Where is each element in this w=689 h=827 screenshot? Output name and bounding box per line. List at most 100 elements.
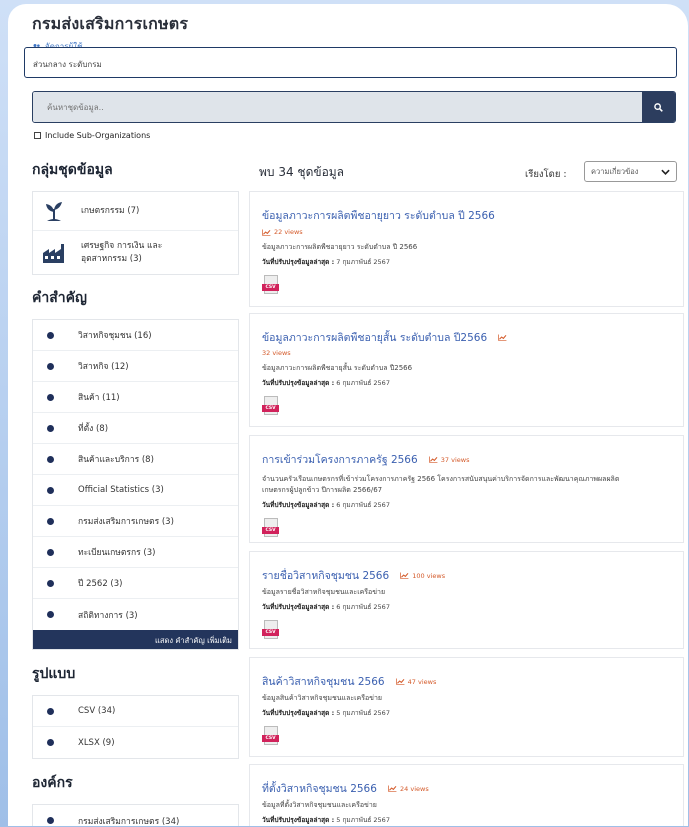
keyword-item[interactable]: ทะเบียนเกษตรกร (3) [33, 537, 238, 568]
keyword-label: สถิติทางการ (3) [78, 610, 138, 621]
search-bar [32, 91, 676, 123]
keyword-item[interactable]: สินค้าและบริการ (8) [33, 444, 238, 475]
dataset-description: ข้อมูลภาวะการผลิตพืชอายุสั้น ระดับตำบล ป… [262, 364, 413, 372]
dataset-card: การเข้าร่วมโครงการภาครัฐ 2566 37 views จ… [249, 435, 684, 543]
dataset-description: ข้อมูลที่ตั้งวิสาหกิจชุมชนและเครือข่าย [262, 801, 377, 809]
views-count [498, 334, 507, 341]
factory-icon [41, 240, 67, 266]
keyword-label: Official Statistics (3) [78, 485, 164, 495]
page-title: กรมส่งเสริมการเกษตร [32, 14, 189, 33]
updated-label: วันที่ปรับปรุงข้อมูลล่าสุด : [262, 709, 335, 717]
include-sub-orgs-checkbox[interactable] [34, 132, 41, 139]
dataset-description-line2: เกษตรกรผู้ปลูกข้าว ปีการผลิต 2566/67 [262, 486, 383, 494]
dataset-description: จำนวนครัวเรือนเกษตรกรที่เข้าร่วมโครงการภ… [262, 474, 671, 496]
format-item[interactable]: CSV (34) [33, 696, 238, 727]
bullet-icon [47, 517, 54, 525]
dataset-title-link[interactable]: ข้อมูลภาวะการผลิตพืชอายุยาว ระดับตำบล ปี… [262, 210, 495, 222]
updated-label: วันที่ปรับปรุงข้อมูลล่าสุด : [262, 816, 335, 824]
bullet-icon [47, 455, 54, 463]
updated-date: 5 กุมภาพันธ์ 2567 [336, 816, 390, 824]
search-input[interactable] [33, 92, 642, 122]
trend-chart-icon [395, 678, 405, 685]
search-button[interactable] [642, 92, 675, 122]
trend-chart-icon [498, 334, 507, 341]
bullet-icon [47, 579, 54, 587]
views-count: 47 views [395, 677, 437, 686]
dataset-card: รายชื่อวิสาหกิจชุมชน 2566 100 views ข้อม… [249, 551, 684, 649]
csv-file-icon[interactable]: CSV [262, 620, 280, 640]
keyword-item[interactable]: ที่ตั้ง (8) [33, 413, 238, 444]
views-label: 37 views [440, 455, 470, 464]
dataset-description-line1: จำนวนครัวเรือนเกษตรกรที่เข้าร่วมโครงการภ… [262, 475, 620, 483]
dataset-card: ข้อมูลภาวะการผลิตพืชอายุสั้น ระดับตำบล ป… [249, 313, 684, 427]
sort-dropdown[interactable]: ความเกี่ยวข้อง [584, 161, 677, 182]
format-badge: CSV [262, 629, 279, 636]
views-count: 32 views [262, 349, 671, 357]
bullet-icon [47, 817, 54, 824]
keyword-item[interactable]: วิสาหกิจ (12) [33, 351, 238, 382]
page-frame: กรมส่งเสริมการเกษตร จัดการผู้ใช้ ส่วนกลา… [8, 4, 688, 826]
group-item-agriculture[interactable]: เกษตรกรรม (7) [33, 192, 238, 231]
keyword-item[interactable]: วิสาหกิจชุมชน (16) [33, 320, 238, 351]
dataset-title-link[interactable]: รายชื่อวิสาหกิจชุมชน 2566 [262, 570, 389, 582]
bullet-icon [47, 548, 54, 556]
keyword-label: ทะเบียนเกษตรกร (3) [78, 548, 156, 558]
csv-file-icon[interactable]: CSV [262, 726, 280, 746]
dataset-description: ข้อมูลสินค้าวิสาหกิจชุมชนและเครือข่าย [262, 694, 382, 702]
organization-label: กรมส่งเสริมการเกษตร (34) [78, 816, 180, 827]
organization-item[interactable]: กรมส่งเสริมการเกษตร (34) [33, 805, 238, 826]
csv-file-icon[interactable]: CSV [262, 396, 280, 416]
keyword-label: วิสาหกิจชุมชน (16) [78, 331, 152, 341]
views-label: 100 views [412, 571, 446, 580]
views-label: 32 views [262, 349, 291, 357]
dataset-description: ข้อมูลภาวะการผลิตพืชอายุยาว ระดับตำบล ปี… [262, 243, 418, 251]
groups-list: เกษตรกรรม (7) เศรษฐกิจ การเงิน และ อุตสา… [32, 191, 239, 275]
results-panel: พบ 34 ชุดข้อมูล เรียงโดย : ความเกี่ยวข้อ… [249, 161, 686, 826]
keyword-label: ที่ตั้ง (8) [78, 424, 109, 434]
updated-date: 6 กุมภาพันธ์ 2567 [336, 501, 390, 509]
views-count: 22 views [262, 228, 671, 236]
views-label: 47 views [407, 677, 437, 686]
keywords-heading: คำสำคัญ [32, 290, 87, 306]
updated-date: 7 กุมภาพันธ์ 2567 [336, 258, 390, 266]
format-label: CSV (34) [78, 706, 116, 716]
organizations-heading: องค์กร [32, 775, 73, 791]
dataset-title-link[interactable]: สินค้าวิสาหกิจชุมชน 2566 [262, 676, 385, 688]
group-label-line2: อุตสาหกรรม (3) [81, 253, 142, 264]
keyword-item[interactable]: กรมส่งเสริมการเกษตร (3) [33, 506, 238, 537]
group-item-economy[interactable]: เศรษฐกิจ การเงิน และ อุตสาหกรรม (3) [33, 231, 238, 274]
keyword-item[interactable]: สถิติทางการ (3) [33, 599, 238, 630]
dataset-title-link[interactable]: ที่ตั้งวิสาหกิจชุมชน 2566 [262, 783, 377, 795]
include-sub-orgs-toggle[interactable]: Include Sub-Organizations [34, 131, 150, 140]
dataset-updated: วันที่ปรับปรุงข้อมูลล่าสุด : 6 กุมภาพันธ… [262, 378, 671, 388]
keyword-item[interactable]: Official Statistics (3) [33, 475, 238, 506]
keyword-label: สินค้าและบริการ (8) [78, 455, 154, 465]
dataset-title-link[interactable]: การเข้าร่วมโครงการภาครัฐ 2566 [262, 454, 418, 466]
org-path-field[interactable]: ส่วนกลาง ระดับกรม [24, 47, 677, 78]
dataset-updated: วันที่ปรับปรุงข้อมูลล่าสุด : 5 กุมภาพันธ… [262, 815, 671, 825]
keyword-item[interactable]: สินค้า (11) [33, 382, 238, 413]
keyword-item[interactable]: ปี 2562 (3) [33, 568, 238, 599]
dataset-card: ข้อมูลภาวะการผลิตพืชอายุยาว ระดับตำบล ปี… [249, 191, 684, 307]
keyword-label: สินค้า (11) [78, 393, 120, 403]
show-more-keywords-button[interactable]: แสดง คำสำคัญ เพิ่มเติม [33, 630, 238, 649]
csv-file-icon[interactable]: CSV [262, 275, 280, 295]
group-label-line1: เศรษฐกิจ การเงิน และ [81, 240, 163, 251]
bullet-icon [47, 331, 54, 339]
bullet-icon [47, 611, 54, 618]
views-label: 24 views [400, 784, 429, 793]
views-label: 22 views [274, 228, 303, 236]
groups-heading: กลุ่มชุดข้อมูล [32, 162, 113, 178]
dataset-title-link[interactable]: ข้อมูลภาวะการผลิตพืชอายุสั้น ระดับตำบล ป… [262, 332, 487, 344]
sort-label: เรียงโดย : [525, 169, 567, 180]
plant-icon [41, 198, 67, 224]
format-badge: CSV [262, 527, 279, 534]
updated-date: 6 กุมภาพันธ์ 2567 [336, 603, 390, 611]
format-badge: CSV [262, 405, 279, 412]
views-count: 24 views [388, 785, 429, 793]
filter-sidebar: กลุ่มชุดข้อมูล เกษตรกรรม (7) เศรษฐกิจ กา… [32, 159, 239, 826]
csv-file-icon[interactable]: CSV [262, 518, 280, 538]
format-item[interactable]: XLSX (9) [33, 727, 238, 758]
trend-chart-icon [428, 456, 438, 463]
views-count: 100 views [400, 572, 445, 580]
